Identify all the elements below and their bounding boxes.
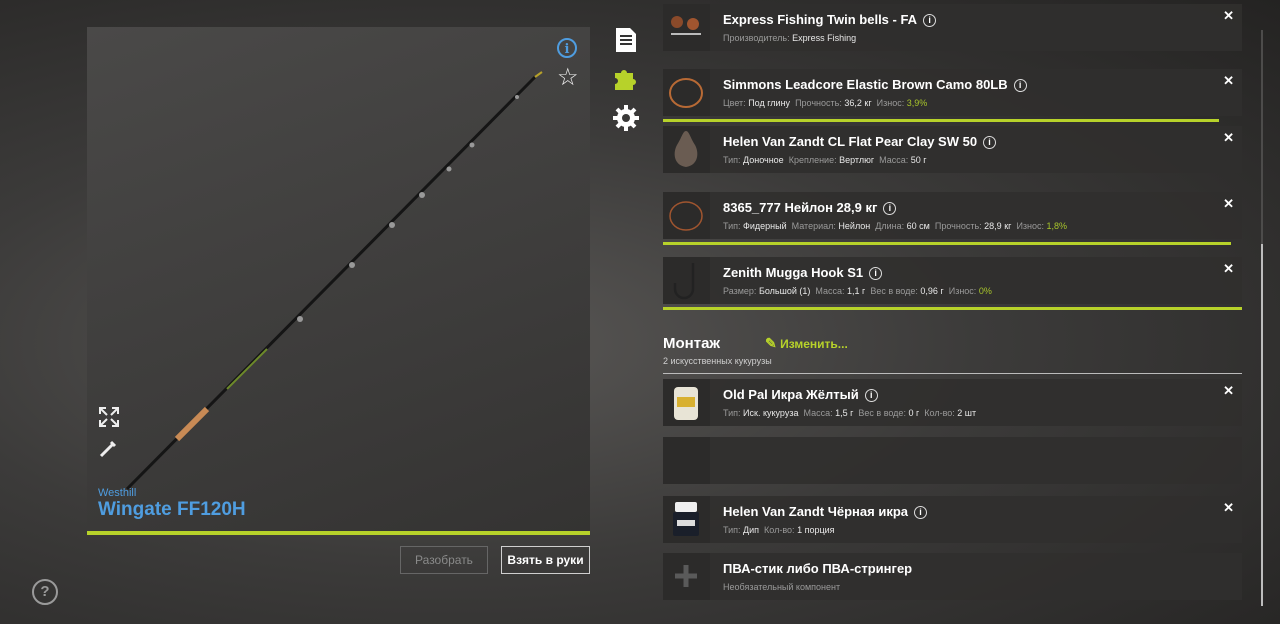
star-icon[interactable]: ☆: [557, 66, 579, 90]
change-assembly-button[interactable]: ✎ Изменить...: [765, 335, 848, 352]
rod-image: [125, 71, 543, 491]
wear-bar: [663, 119, 1219, 122]
wear-bar: [663, 307, 1242, 310]
rod-progress-bar: [87, 531, 590, 535]
item-thumbnail: [663, 126, 710, 173]
remove-item-button[interactable]: ✕: [1223, 196, 1234, 212]
item-thumbnail: [663, 496, 710, 543]
remove-item-button[interactable]: ✕: [1223, 130, 1234, 146]
pva-slot[interactable]: ПВА-стик либо ПВА-стрингер Необязательны…: [663, 553, 1242, 600]
divider: [663, 373, 1242, 374]
item-title: Helen Van Zandt Чёрная икра i: [723, 504, 927, 519]
item-details: Тип: Фидерный Материал: Нейлон Длина: 60…: [723, 221, 1068, 231]
remove-item-button[interactable]: ✕: [1223, 383, 1234, 399]
remove-item-button[interactable]: ✕: [1223, 8, 1234, 24]
item-title: 8365_777 Нейлон 28,9 кг i: [723, 200, 897, 215]
tackle-item-leadcore[interactable]: Simmons Leadcore Elastic Brown Camo 80LB…: [663, 69, 1242, 116]
gear-icon[interactable]: [612, 104, 640, 132]
rod-preview-panel: [87, 27, 590, 533]
edit-rod-icon[interactable]: [98, 437, 120, 459]
item-thumbnail: [663, 379, 710, 426]
item-title: Express Fishing Twin bells - FA i: [723, 12, 937, 27]
rod-brand: Westhill: [98, 487, 137, 499]
remove-item-button[interactable]: ✕: [1223, 500, 1234, 516]
item-details: Цвет: Под глину Прочность: 36,2 кг Износ…: [723, 98, 928, 108]
tackle-item-leader[interactable]: 8365_777 Нейлон 28,9 кг i Тип: Фидерный М…: [663, 192, 1242, 239]
item-details: Необязательный компонент: [723, 582, 841, 592]
info-icon[interactable]: i: [557, 38, 577, 58]
edit-icon: ✎: [765, 335, 777, 351]
remove-item-button[interactable]: ✕: [1223, 261, 1234, 277]
item-details: Тип: Доночное Крепление: Вертлюг Масса: …: [723, 155, 927, 165]
tackle-item-bells[interactable]: Express Fishing Twin bells - FA i Произво…: [663, 4, 1242, 51]
item-details: Производитель: Express Fishing: [723, 33, 857, 43]
change-assembly-label: Изменить...: [780, 337, 848, 351]
item-thumbnail: [663, 437, 710, 484]
item-title: Simmons Leadcore Elastic Brown Camo 80LB…: [723, 77, 1027, 92]
scrollbar-track: [1261, 30, 1263, 244]
disassemble-button[interactable]: Разобрать: [400, 546, 488, 574]
tackle-item-hook[interactable]: Zenith Mugga Hook S1 i Размер: Большой (1…: [663, 257, 1242, 304]
item-thumbnail: [663, 69, 710, 116]
bait-item-dip[interactable]: Helen Van Zandt Чёрная икра i Тип: Дип Ко…: [663, 496, 1242, 543]
item-title: ПВА-стик либо ПВА-стрингер: [723, 561, 913, 576]
assembly-subtitle: 2 искусственных кукурузы: [663, 356, 772, 366]
item-details: Тип: Иск. кукуруза Масса: 1,5 г Вес в во…: [723, 408, 977, 418]
item-thumbnail: [663, 257, 710, 304]
assembly-title: Монтаж: [663, 335, 721, 352]
scrollbar[interactable]: [1261, 244, 1263, 606]
info-icon[interactable]: i: [883, 202, 897, 215]
info-icon[interactable]: i: [914, 506, 927, 519]
wear-bar: [663, 242, 1231, 245]
item-thumbnail: [663, 553, 710, 600]
take-in-hands-button[interactable]: Взять в руки: [501, 546, 590, 574]
info-icon[interactable]: i: [1013, 79, 1027, 92]
rod-name: Wingate FF120H: [98, 499, 246, 520]
info-icon[interactable]: i: [864, 389, 878, 402]
info-icon[interactable]: i: [869, 267, 883, 280]
item-thumbnail: [663, 4, 710, 51]
puzzle-icon[interactable]: [612, 64, 640, 92]
item-title: Zenith Mugga Hook S1 i: [723, 265, 883, 280]
info-icon[interactable]: i: [923, 14, 937, 27]
item-title: Old Pal Икра Жёлтый i: [723, 387, 878, 402]
bait-item-corn[interactable]: Old Pal Икра Жёлтый i Тип: Иск. кукуруза …: [663, 379, 1242, 426]
bait-slot-empty[interactable]: [663, 437, 1242, 484]
help-icon[interactable]: ?: [32, 579, 58, 605]
item-details: Тип: Дип Кол-во: 1 порция: [723, 525, 835, 535]
document-icon[interactable]: [614, 27, 638, 53]
item-thumbnail: [663, 192, 710, 239]
tackle-item-sinker[interactable]: Helen Van Zandt CL Flat Pear Clay SW 50 i…: [663, 126, 1242, 173]
remove-item-button[interactable]: ✕: [1223, 73, 1234, 89]
item-details: Размер: Большой (1) Масса: 1,1 г Вес в в…: [723, 286, 992, 296]
item-title: Helen Van Zandt CL Flat Pear Clay SW 50 i: [723, 134, 997, 149]
info-icon[interactable]: i: [983, 136, 997, 149]
expand-icon[interactable]: [98, 406, 120, 428]
